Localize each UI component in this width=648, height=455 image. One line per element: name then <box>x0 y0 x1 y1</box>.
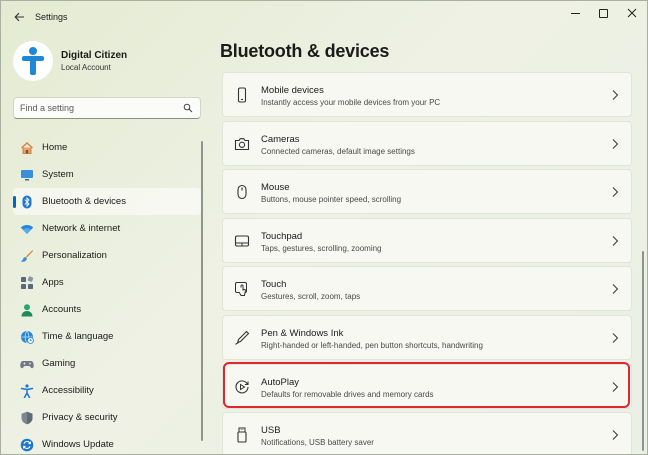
sidebar-nav: Home System Bluetooth & devices Network … <box>13 134 201 454</box>
chevron-right-icon <box>612 381 619 392</box>
sidebar-item-network-internet[interactable]: Network & internet <box>13 215 201 242</box>
chevron-right-icon <box>612 333 619 343</box>
camera-icon <box>233 135 251 153</box>
autoplay-icon <box>233 378 251 396</box>
card-subtitle: Gestures, scroll, zoom, taps <box>261 292 361 302</box>
gamepad-icon <box>19 356 35 372</box>
usb-icon <box>233 426 251 444</box>
sidebar-item-label: Bluetooth & devices <box>42 196 126 207</box>
update-icon <box>19 437 35 453</box>
sidebar-item-label: Apps <box>42 277 64 288</box>
search-box[interactable] <box>13 97 201 119</box>
chevron-right-icon <box>612 284 619 295</box>
sidebar-item-time-language[interactable]: Time & language <box>13 323 201 350</box>
phone-icon <box>233 86 251 104</box>
back-arrow-icon <box>13 12 24 22</box>
card-subtitle: Right-handed or left-handed, pen button … <box>261 340 483 350</box>
chevron-right-icon <box>612 90 619 100</box>
sidebar-item-label: Windows Update <box>42 439 114 450</box>
sidebar-item-privacy-security[interactable]: Privacy & security <box>13 404 201 431</box>
card-title: AutoPlay <box>261 376 300 388</box>
card-subtitle: Instantly access your mobile devices fro… <box>261 98 441 107</box>
chevron-right-icon <box>612 235 619 246</box>
card-touchpad[interactable]: Touchpad Taps, gestures, scrolling, zoom… <box>222 217 632 263</box>
card-mobile-devices[interactable]: Mobile devices Instantly access your mob… <box>222 72 632 117</box>
main-scrollbar[interactable] <box>642 251 644 451</box>
search-icon[interactable] <box>183 103 193 113</box>
sidebar-item-personalization[interactable]: Personalization <box>13 242 201 269</box>
profile-name: Digital Citizen <box>61 50 128 61</box>
sidebar-item-accounts[interactable]: Accounts <box>13 296 201 323</box>
card-subtitle: Defaults for removable drives and memory… <box>261 389 434 399</box>
apps-icon <box>19 275 35 291</box>
avatar[interactable] <box>13 41 53 81</box>
card-mouse[interactable]: Mouse Buttons, mouse pointer speed, scro… <box>222 169 632 215</box>
sidebar-item-label: Accessibility <box>42 385 94 396</box>
pen-icon <box>233 329 251 347</box>
sidebar-item-windows-update[interactable]: Windows Update <box>13 431 201 454</box>
card-subtitle: Connected cameras, default image setting… <box>261 146 415 156</box>
page-title: Bluetooth & devices <box>220 41 390 61</box>
sidebar-item-apps[interactable]: Apps <box>13 269 201 296</box>
minimize-button[interactable] <box>561 5 589 21</box>
close-icon <box>627 8 637 18</box>
card-title: Touchpad <box>261 230 303 242</box>
sidebar-item-accessibility[interactable]: Accessibility <box>13 377 201 404</box>
touchpad-icon <box>233 232 251 250</box>
touch-icon <box>233 280 251 298</box>
sidebar-item-label: Time & language <box>42 331 114 342</box>
card-cameras[interactable]: Cameras Connected cameras, default image… <box>222 120 632 166</box>
settings-card-list: Mobile devices Instantly access your mob… <box>222 72 632 454</box>
card-title: USB <box>261 425 281 437</box>
window-title: Settings <box>35 12 68 22</box>
profile-account-type: Local Account <box>61 63 111 72</box>
sidebar-item-bluetooth-devices[interactable]: Bluetooth & devices <box>13 188 201 215</box>
card-autoplay[interactable]: AutoPlay Defaults for removable drives a… <box>222 363 632 409</box>
mouse-icon <box>233 183 251 201</box>
shield-icon <box>19 410 35 426</box>
sidebar-item-home[interactable]: Home <box>13 134 201 161</box>
sidebar-item-label: Privacy & security <box>42 412 118 423</box>
maximize-icon <box>598 8 608 18</box>
title-bar: Settings <box>1 1 647 33</box>
wifi-icon <box>19 221 35 237</box>
system-icon <box>19 167 35 183</box>
settings-window: Settings Digital Citizen Local Account H… <box>0 0 648 455</box>
sidebar-item-label: Network & internet <box>42 223 121 234</box>
card-title: Touch <box>261 279 287 291</box>
sidebar-item-label: System <box>42 169 74 180</box>
accounts-icon <box>19 302 35 318</box>
card-subtitle: Notifications, USB battery saver <box>261 438 374 448</box>
card-pen-windows-ink[interactable]: Pen & Windows Ink Right-handed or left-h… <box>222 314 632 360</box>
brush-icon <box>19 248 35 264</box>
card-title: Pen & Windows Ink <box>261 327 344 339</box>
sidebar-scrollbar[interactable] <box>201 141 203 441</box>
chevron-right-icon <box>612 138 619 149</box>
chevron-right-icon <box>612 430 619 441</box>
card-subtitle: Buttons, mouse pointer speed, scrolling <box>261 195 402 205</box>
chevron-right-icon <box>612 187 619 198</box>
card-touch[interactable]: Touch Gestures, scroll, zoom, taps <box>222 266 632 312</box>
home-icon <box>19 140 35 156</box>
maximize-button[interactable] <box>589 5 617 21</box>
card-title: Cameras <box>261 133 300 145</box>
sidebar-item-system[interactable]: System <box>13 161 201 188</box>
back-button[interactable] <box>9 7 29 27</box>
card-usb[interactable]: USB Notifications, USB battery saver <box>222 412 632 454</box>
close-button[interactable] <box>618 5 646 21</box>
card-title: Mouse <box>261 182 290 194</box>
person-logo-icon <box>22 47 44 75</box>
sidebar-item-gaming[interactable]: Gaming <box>13 350 201 377</box>
minimize-icon <box>570 12 580 14</box>
bluetooth-icon <box>19 194 35 210</box>
card-subtitle: Taps, gestures, scrolling, zooming <box>261 243 382 253</box>
accessibility-icon <box>19 383 35 399</box>
sidebar-item-label: Gaming <box>42 358 76 369</box>
card-title: Mobile devices <box>261 85 324 96</box>
sidebar-item-label: Home <box>42 142 68 153</box>
sidebar-item-label: Personalization <box>42 250 107 261</box>
time-language-icon <box>19 329 35 345</box>
search-input[interactable] <box>20 101 180 115</box>
sidebar-item-label: Accounts <box>42 304 82 315</box>
